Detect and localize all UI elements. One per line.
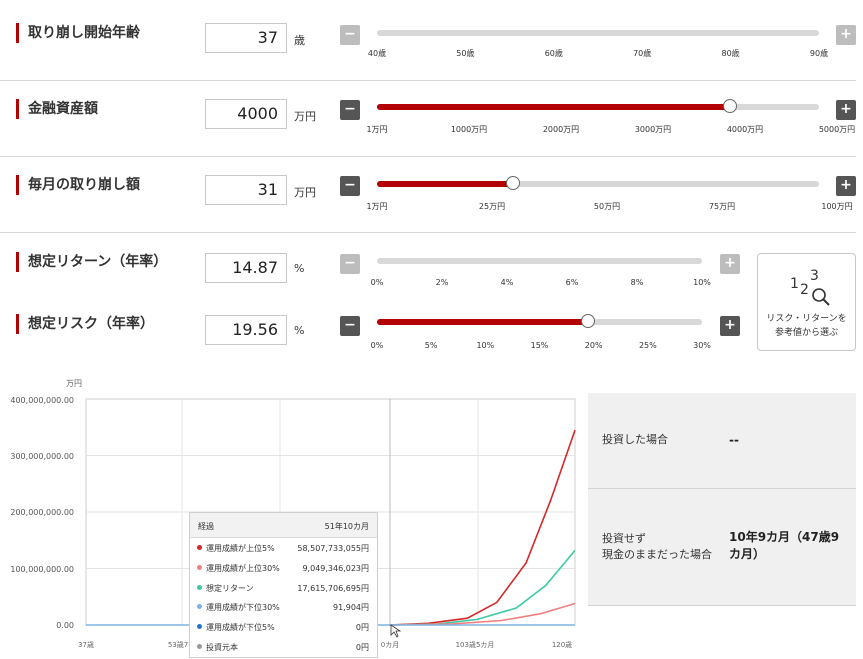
tooltip-row: 運用成績が上位30% 9,049,346,023円 bbox=[190, 558, 377, 578]
tooltip-series-value: 91,904円 bbox=[333, 603, 369, 613]
tooltip-series-value: 0円 bbox=[355, 642, 369, 652]
panel-divider bbox=[588, 488, 856, 489]
tooltip-row: 想定リターン 17,615,706,695円 bbox=[190, 578, 377, 598]
panel-bottom-divider bbox=[588, 605, 856, 606]
tooltip-row: 運用成績が下位5% 0円 bbox=[190, 617, 377, 637]
invested-label: 投資した場合 bbox=[602, 433, 668, 446]
series-line bbox=[389, 429, 576, 626]
legend-dot-icon bbox=[197, 564, 202, 570]
x-tick-label: 120歳 bbox=[551, 641, 573, 649]
legend-dot-icon bbox=[197, 545, 202, 550]
tooltip-series-value: 9,049,346,023円 bbox=[302, 563, 369, 573]
not-invested-label-line2: 現金のままだった場合 bbox=[602, 548, 712, 561]
tooltip-series-value: 0円 bbox=[355, 623, 369, 633]
tooltip-series-value: 58,507,733,055円 bbox=[297, 544, 369, 553]
tooltip-title: 経過 bbox=[198, 522, 214, 531]
invested-value: -- bbox=[729, 433, 739, 447]
legend-dot-icon bbox=[197, 604, 202, 610]
not-invested-value: 10年9カ月（47歳9カ月） bbox=[729, 530, 840, 561]
x-tick-label: 53歳7 bbox=[167, 641, 189, 649]
mouse-cursor-icon bbox=[390, 624, 402, 638]
not-invested-label-line1: 投資せず bbox=[602, 532, 646, 545]
x-tick-label: 0カ月 bbox=[380, 641, 400, 649]
tooltip-row: 投資元本 0円 bbox=[190, 637, 377, 657]
chart-tooltip: 経過 51年10カ月 運用成績が上位5% 58,507,733,055円 運用成績が… bbox=[189, 512, 378, 658]
tooltip-series-name: 運用成績が上位5% bbox=[206, 544, 275, 553]
series-line bbox=[389, 549, 576, 626]
x-tick-label: 37歳 bbox=[78, 641, 94, 649]
tooltip-series-name: 運用成績が上位30% bbox=[206, 563, 280, 573]
legend-dot-icon bbox=[197, 624, 202, 630]
result-panel: 投資した場合 -- 投資せず 現金のままだった場合 10年9カ月（47歳9カ月） bbox=[588, 393, 856, 605]
series-line bbox=[389, 602, 576, 626]
tooltip-series-name: 投資元本 bbox=[206, 642, 238, 652]
tooltip-series-name: 運用成績が下位5% bbox=[206, 623, 275, 633]
tooltip-row: 運用成績が上位5% 58,507,733,055円 bbox=[190, 538, 377, 558]
legend-dot-icon bbox=[197, 584, 202, 590]
tooltip-row: 運用成績が下位30% 91,904円 bbox=[190, 597, 377, 617]
x-tick-label: 103歳5カ月 bbox=[455, 641, 495, 649]
legend-dot-icon bbox=[197, 643, 202, 649]
tooltip-series-value: 17,615,706,695円 bbox=[297, 583, 369, 593]
tooltip-elapsed: 51年10カ月 bbox=[324, 522, 369, 531]
tooltip-series-name: 運用成績が下位30% bbox=[206, 603, 280, 613]
tooltip-series-name: 想定リターン bbox=[206, 583, 254, 593]
